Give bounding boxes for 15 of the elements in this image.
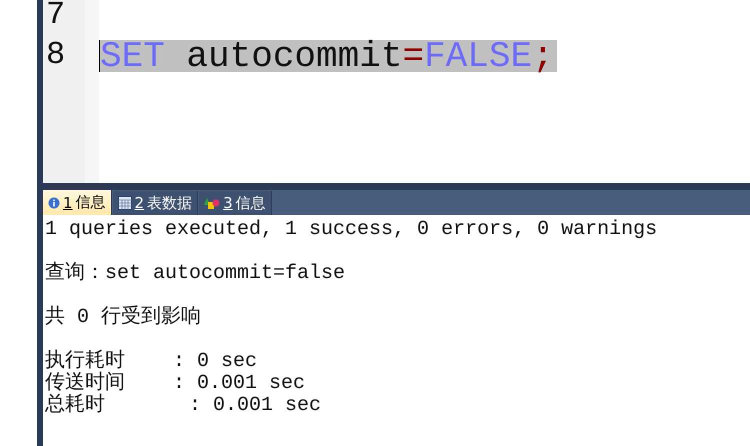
result-tab[interactable]: 1 信息 bbox=[43, 190, 112, 215]
output-line: 执行耗时 : 0 sec bbox=[45, 351, 258, 373]
line-number: 8 bbox=[45, 36, 66, 75]
splitter-bar[interactable] bbox=[43, 183, 750, 190]
output-line: 查询：set autocommit=false bbox=[45, 263, 346, 285]
result-tab[interactable]: 2 表数据 bbox=[112, 191, 198, 215]
shapes-icon bbox=[204, 196, 220, 210]
result-tab[interactable]: 3 信息 bbox=[199, 191, 272, 215]
info-icon bbox=[48, 196, 60, 208]
output-line: 总耗时 : 0.001 sec bbox=[45, 395, 322, 417]
output-line: 1 queries executed, 1 success, 0 errors, 0 warnings bbox=[45, 219, 658, 241]
output-line: 共 0 行受到影响 bbox=[45, 307, 202, 329]
grid-icon bbox=[118, 196, 132, 210]
output-line: 传送时间 : 0.001 sec bbox=[45, 373, 306, 395]
line-number: 7 bbox=[45, 0, 66, 35]
